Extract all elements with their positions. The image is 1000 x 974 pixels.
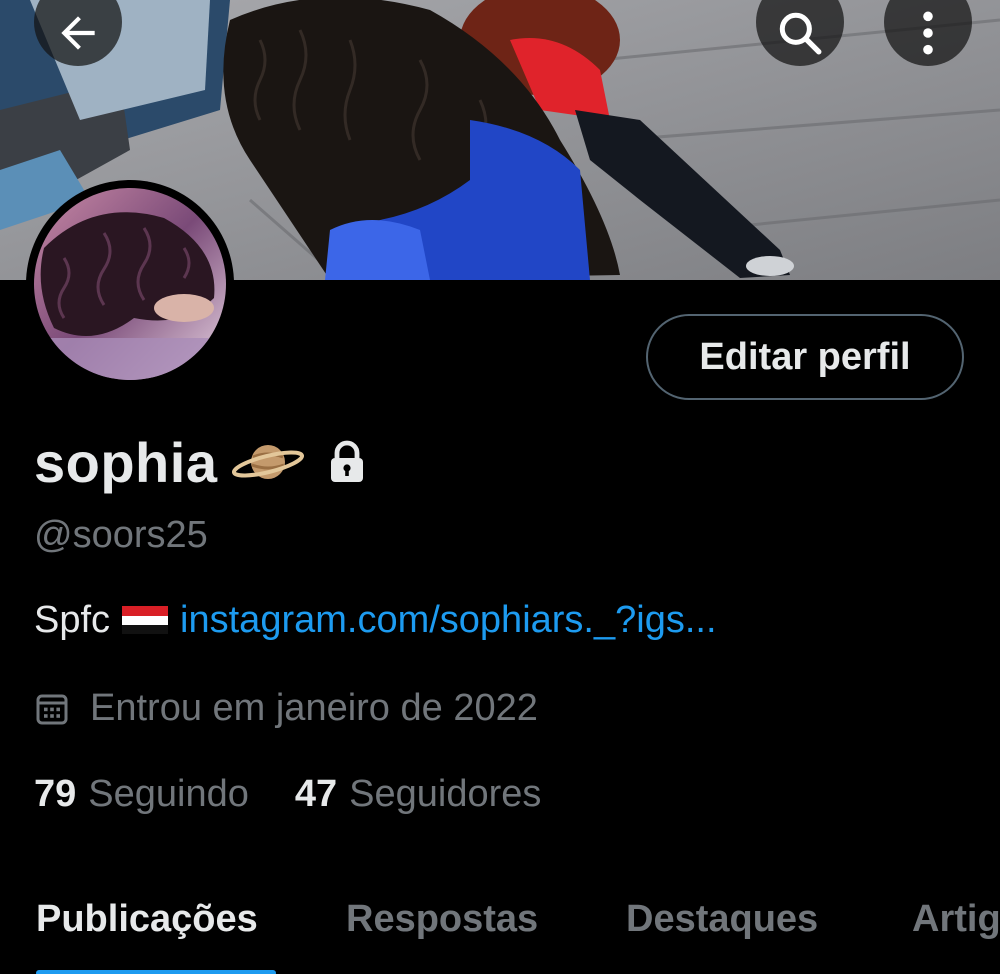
followers-label: Seguidores <box>349 772 542 815</box>
joined-text: Entrou em janeiro de 2022 <box>90 686 538 729</box>
followers-link[interactable]: 47 Seguidores <box>295 773 542 816</box>
following-label: Seguindo <box>88 772 249 815</box>
joined-date: Entrou em janeiro de 2022 <box>36 684 538 732</box>
edit-profile-button[interactable]: Editar perfil <box>646 314 964 400</box>
profile-bio: Spfc instagram.com/sophiars._?igs... <box>34 596 717 644</box>
profile-tabs: Publicações Respostas Destaques Artigos <box>0 890 1000 974</box>
tab-respostas[interactable]: Respostas <box>346 898 538 941</box>
following-count: 79 <box>34 772 77 815</box>
following-link[interactable]: 79 Seguindo <box>34 773 249 816</box>
more-vertical-icon <box>923 11 933 55</box>
calendar-icon <box>36 691 68 725</box>
arrow-left-icon <box>61 16 95 50</box>
tab-artigos[interactable]: Artigos <box>912 898 1000 941</box>
follow-counts: 79 Seguindo 47 Seguidores <box>34 770 541 818</box>
yemen-flag-icon <box>122 604 169 636</box>
lock-icon <box>327 440 367 484</box>
search-icon <box>779 12 822 55</box>
display-name: sophia <box>34 430 218 494</box>
avatar[interactable] <box>26 180 234 388</box>
bio-text: Spfc <box>34 598 111 641</box>
tab-publicacoes[interactable]: Publicações <box>36 898 258 941</box>
profile-handle: @soors25 <box>34 514 208 556</box>
ringed-planet-emoji-icon <box>231 437 305 487</box>
avatar-photo <box>34 188 226 380</box>
tab-destaques[interactable]: Destaques <box>626 898 818 941</box>
profile-name-row: sophia <box>34 430 367 494</box>
followers-count: 47 <box>294 772 338 815</box>
active-tab-indicator <box>36 970 276 974</box>
bio-link[interactable]: instagram.com/sophiars._?igs... <box>180 599 716 642</box>
